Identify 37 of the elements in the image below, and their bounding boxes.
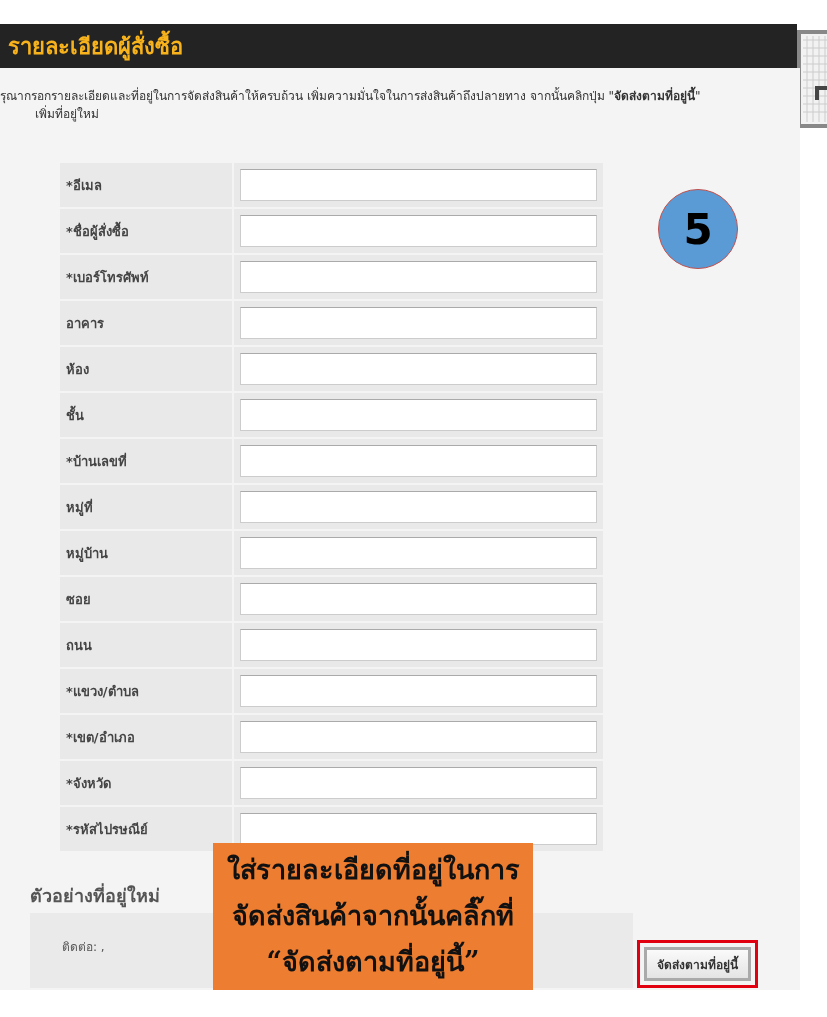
- field-label: ห้อง: [60, 347, 234, 391]
- page-title: รายละเอียดผู้สั่งซื้อ: [8, 28, 183, 64]
- instruction-text: รุณากรอกรายละเอียดและที่อยู่ในการจัดส่งสินค้าให้ครบถ้วน เพิ่มความมั่นใจในการส่งสินค้าถึงปลายทาง จากนั้นคลิกปุ่ม "จัดส่งตามที่อยู่นี้": [0, 87, 800, 105]
- field-label: หมู่ที่: [60, 485, 234, 529]
- input-field[interactable]: [240, 721, 597, 753]
- input-field[interactable]: [240, 583, 597, 615]
- section-heading: ตัวอย่างที่อยู่ใหม่: [30, 882, 160, 910]
- input-field[interactable]: [240, 445, 597, 477]
- input-field[interactable]: [240, 767, 597, 799]
- input-field[interactable]: [240, 307, 597, 339]
- input-field[interactable]: [240, 169, 597, 201]
- callout-text: “จัดส่งตามที่อยู่นี้”: [213, 939, 533, 985]
- field-label: *เบอร์โทรศัพท์: [60, 255, 234, 299]
- field-label: *แขวง/ตำบล: [60, 669, 234, 713]
- field-label: ถนน: [60, 623, 234, 667]
- input-field[interactable]: [240, 675, 597, 707]
- field-label: อาคาร: [60, 301, 234, 345]
- step-badge: 5: [658, 189, 738, 269]
- input-field[interactable]: [240, 215, 597, 247]
- input-field[interactable]: [240, 261, 597, 293]
- field-label: *บ้านเลขที่: [60, 439, 234, 483]
- field-label: *ชื่อผู้สั่งซื้อ: [60, 209, 234, 253]
- input-field[interactable]: [240, 537, 597, 569]
- input-field[interactable]: [240, 813, 597, 845]
- field-label: *เขต/อำเภอ: [60, 715, 234, 759]
- field-label: ชั้น: [60, 393, 234, 437]
- ship-to-address-button[interactable]: จัดส่งตามที่อยู่นี้: [644, 947, 751, 981]
- input-field[interactable]: [240, 353, 597, 385]
- field-label: *จังหวัด: [60, 761, 234, 805]
- field-label: *อีเมล: [60, 163, 234, 207]
- field-label: หมู่บ้าน: [60, 531, 234, 575]
- input-field[interactable]: [240, 629, 597, 661]
- input-field[interactable]: [240, 399, 597, 431]
- input-field[interactable]: [240, 491, 597, 523]
- field-label: ซอย: [60, 577, 234, 621]
- field-label: *รหัสไปรษณีย์: [60, 807, 234, 851]
- instruction-text: เพิ่มที่อยู่ใหม่: [34, 105, 100, 123]
